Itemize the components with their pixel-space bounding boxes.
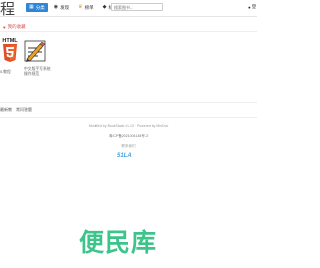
section-divider [0,31,257,32]
powered-by-text: Modified by BookStack v1.13 · Powered by… [88,124,169,128]
favorites-heading: ♥ 我的收藏 [3,24,26,30]
user-icon: ● [248,4,251,10]
html5-icon: HTML [0,36,20,64]
book-card[interactable]: 中文版手写系统 操作规范 [24,40,52,77]
grid-icon: ▦ [29,4,34,10]
nav-item-label: 发现 [60,4,70,10]
book-caption[interactable]: 5.教程 [0,70,22,75]
pencil-ruler-icon [24,40,46,62]
compass-icon: ◉ [53,4,59,10]
book-caption[interactable]: 中文版手写系统 操作规范 [24,67,52,77]
login-label: 登 [251,4,257,9]
nav-item-label: 分类 [35,4,45,10]
top-navbar: 程 ▦ 分类 ◉ 发现 ♛ 榜单 ◆ 标签 ● 登 [0,0,257,19]
nav-item-discover[interactable]: ◉ 发现 [51,3,72,12]
html-cover-label: HTML [2,38,18,44]
tag-icon: ◆ [102,4,107,10]
section-title-text: 我的收藏 [7,24,26,29]
footer-divider [0,102,257,103]
footer-divider [0,117,257,118]
footer-links: 最新教 常问答题 [0,107,32,113]
heart-icon: ♥ [3,24,6,30]
trophy-icon: ♛ [78,4,83,10]
footer-link[interactable]: 最新教 [0,107,12,113]
icp-record-link[interactable]: 粤ICP备2021004148号-3 [0,134,257,139]
nav-item-label: 榜单 [84,4,94,10]
stats-badge[interactable]: 51LA [117,153,132,159]
contact-link[interactable]: 联系我们 [0,144,257,149]
footer-link[interactable]: 常问答题 [16,107,32,113]
nav-item-rankings[interactable]: ♛ 榜单 [75,3,96,12]
book-card[interactable]: HTML 5.教程 [0,36,22,75]
site-logo[interactable]: 程 [0,0,15,19]
nav-item-categories[interactable]: ▦ 分类 [26,3,48,12]
main-nav: ▦ 分类 ◉ 发现 ♛ 榜单 ◆ 标签 [26,3,120,12]
login-link[interactable]: ● 登 [248,4,256,10]
watermark-text: 便民库 [79,228,158,257]
search-input[interactable] [111,3,163,11]
